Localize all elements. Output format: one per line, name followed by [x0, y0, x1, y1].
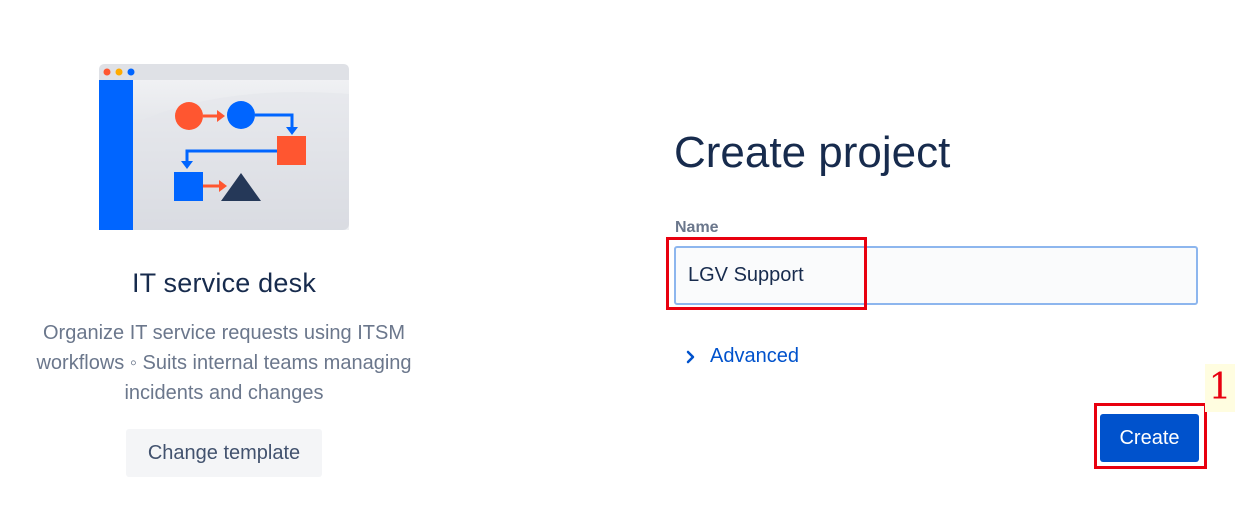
create-button[interactable]: Create [1100, 414, 1199, 462]
change-template-button[interactable]: Change template [126, 429, 322, 477]
workflow-illustration [99, 64, 349, 230]
page-title: Create project [674, 128, 951, 177]
advanced-label: Advanced [710, 345, 799, 367]
name-input[interactable] [674, 246, 1198, 305]
name-field-label: Name [675, 219, 719, 236]
advanced-toggle[interactable]: Advanced [684, 345, 799, 368]
chevron-right-icon [684, 350, 698, 364]
template-title: IT service desk [131, 268, 317, 298]
annotation-marker: 1 [1205, 364, 1235, 412]
template-description: Organize IT service requests using ITSM … [36, 322, 412, 404]
create-project-page: IT service desk Organize IT service requ… [0, 0, 1249, 510]
